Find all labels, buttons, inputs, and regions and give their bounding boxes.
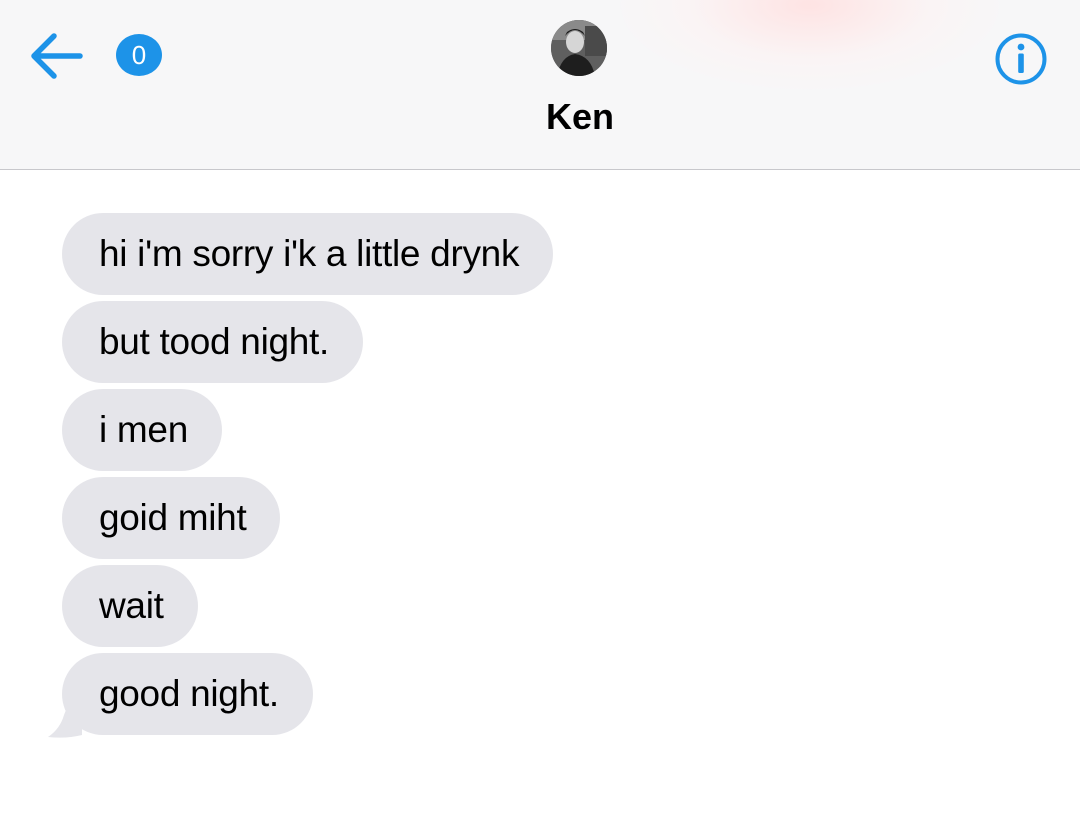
header-glow xyxy=(620,0,1000,90)
incoming-message-bubble[interactable]: goid miht xyxy=(62,477,281,559)
message-row: i men xyxy=(0,389,1080,471)
incoming-message-bubble[interactable]: wait xyxy=(62,565,198,647)
chat-screen: 0 Ken hi i'm sorry i'k a little drynk bu… xyxy=(0,0,1080,819)
message-row: wait xyxy=(0,565,1080,647)
message-row: goid miht xyxy=(0,477,1080,559)
back-button[interactable] xyxy=(28,30,86,82)
chat-header: 0 Ken xyxy=(0,0,1080,170)
message-row: hi i'm sorry i'k a little drynk xyxy=(0,213,1080,295)
contact-name[interactable]: Ken xyxy=(440,96,720,138)
incoming-message-bubble[interactable]: good night. xyxy=(62,653,313,735)
avatar[interactable] xyxy=(551,20,607,76)
unread-count-badge[interactable]: 0 xyxy=(116,34,162,76)
incoming-message-bubble[interactable]: i men xyxy=(62,389,222,471)
incoming-message-bubble[interactable]: hi i'm sorry i'k a little drynk xyxy=(62,213,554,295)
info-circle-icon xyxy=(995,33,1047,85)
info-button[interactable] xyxy=(994,32,1048,86)
incoming-message-bubble[interactable]: but tood night. xyxy=(62,301,364,383)
message-list: hi i'm sorry i'k a little drynk but tood… xyxy=(0,213,1080,741)
arrow-left-icon xyxy=(31,33,83,79)
message-row: good night. xyxy=(0,653,1080,738)
message-row: but tood night. xyxy=(0,301,1080,383)
